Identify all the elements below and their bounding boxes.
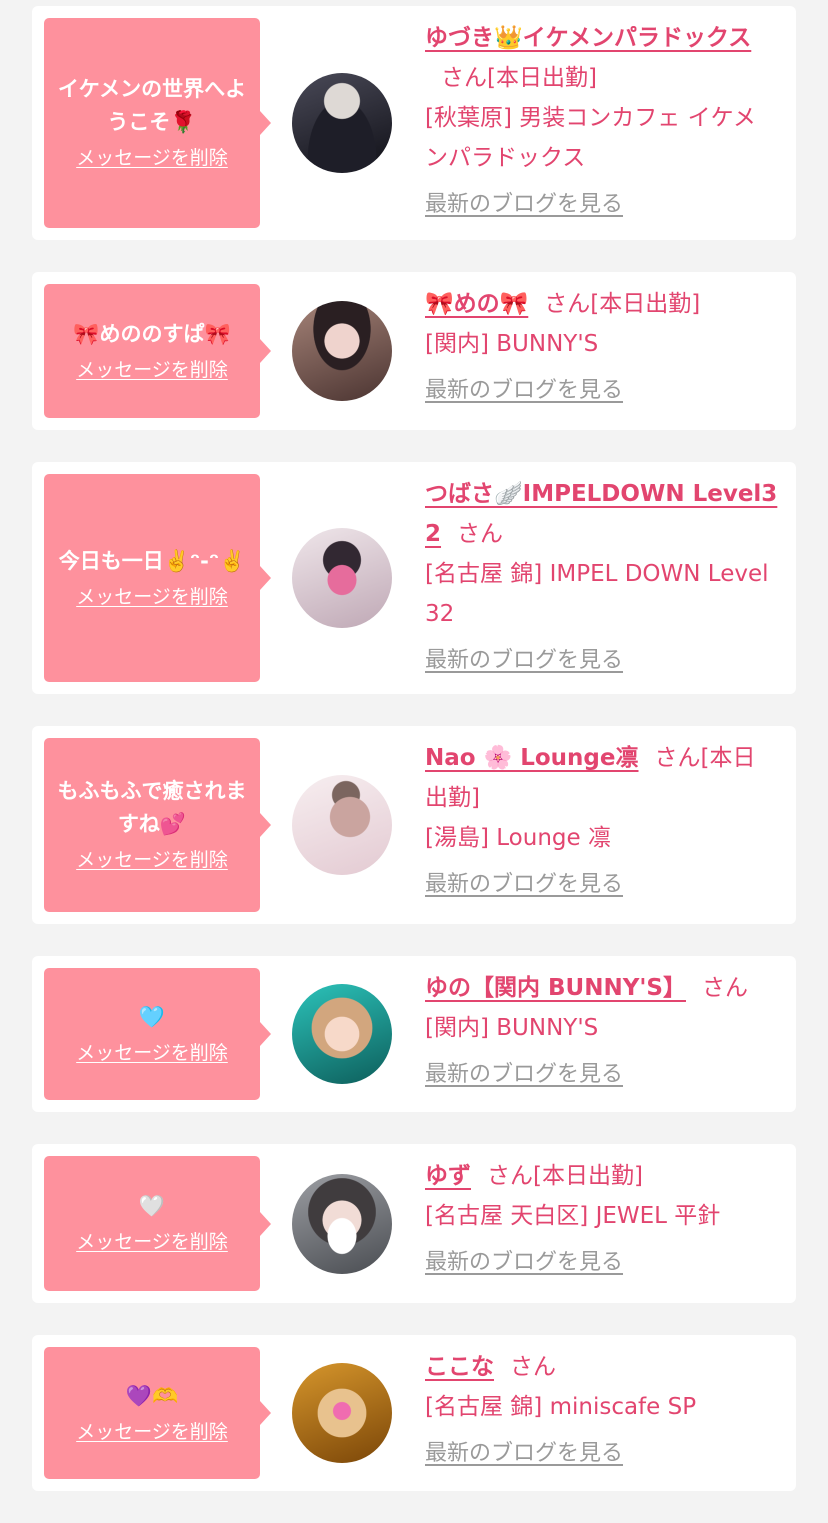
delete-message-link[interactable]: メッセージを削除: [76, 1419, 228, 1445]
shop-label: [名古屋 天白区] JEWEL 平針: [425, 1203, 721, 1229]
latest-blog-link[interactable]: 最新のブログを見る: [425, 1060, 623, 1090]
message-card: 💜🫶 メッセージを削除 ここな さん [名古屋 錦] miniscafe SP 最…: [32, 1335, 796, 1491]
received-message-list: イケメンの世界へようこそ🌹 メッセージを削除 ゆづき👑イケメンパラドックスさん[…: [32, 6, 796, 1523]
message-bubble: 🩵 メッセージを削除: [44, 968, 271, 1100]
on-duty-label: [本日出勤]: [487, 65, 597, 91]
delete-message-link[interactable]: メッセージを削除: [76, 357, 228, 383]
delete-message-link[interactable]: メッセージを削除: [76, 145, 228, 171]
cast-name-link[interactable]: ゆづき👑イケメンパラドックス: [425, 25, 751, 51]
avatar[interactable]: [292, 1363, 392, 1463]
shop-label: [秋葉原] 男装コンカフェ イケメンパラドックス: [425, 105, 756, 171]
honorific-label: さん: [487, 1163, 533, 1189]
honorific-label: さん: [544, 291, 591, 317]
delete-message-link[interactable]: メッセージを削除: [76, 847, 228, 873]
latest-blog-link[interactable]: 最新のブログを見る: [425, 190, 623, 220]
message-bubble: 今日も一日✌️ᵔ-ᵔ✌️ メッセージを削除: [44, 474, 271, 682]
message-card: 🤍 メッセージを削除 ゆず さん[本日出勤] [名古屋 天白区] JEWEL 平針…: [32, 1144, 796, 1303]
delete-message-link[interactable]: メッセージを削除: [76, 584, 228, 610]
avatar[interactable]: [292, 73, 392, 173]
latest-blog-link[interactable]: 最新のブログを見る: [425, 1439, 623, 1469]
shop-label: [湯島] Lounge 凛: [425, 825, 611, 851]
message-text: イケメンの世界へようこそ🌹: [57, 77, 247, 134]
cast-info: Nao 🌸 Lounge凛 さん[本日出勤] [湯島] Lounge 凛 最新のブ…: [425, 738, 778, 904]
message-card: 今日も一日✌️ᵔ-ᵔ✌️ メッセージを削除 つばさ🪽IMPELDOWN Leve…: [32, 462, 796, 694]
shop-label: [名古屋 錦] IMPEL DOWN Level32: [425, 561, 769, 627]
cast-name-link[interactable]: ゆず: [425, 1163, 471, 1189]
message-bubble: イケメンの世界へようこそ🌹 メッセージを削除: [44, 18, 271, 228]
cast-name-link[interactable]: ここな: [425, 1354, 494, 1380]
avatar[interactable]: [292, 775, 392, 875]
message-bubble: 💜🫶 メッセージを削除: [44, 1347, 271, 1479]
honorific-label: さん: [457, 521, 504, 547]
honorific-label: さん: [441, 65, 487, 91]
honorific-label: さん: [654, 745, 701, 771]
message-card: イケメンの世界へようこそ🌹 メッセージを削除 ゆづき👑イケメンパラドックスさん[…: [32, 6, 796, 240]
cast-name-link[interactable]: 🎀めの🎀: [425, 291, 528, 317]
message-card: 🩵 メッセージを削除 ゆの【関内 BUNNY'S】 さん [関内] BUNNY'S…: [32, 956, 796, 1112]
message-card: もふもふで癒されますね💕 メッセージを削除 Nao 🌸 Lounge凛 さん[本日…: [32, 726, 796, 924]
cast-name-link[interactable]: ゆの【関内 BUNNY'S】: [425, 975, 686, 1001]
message-text: 💜🫶: [125, 1383, 179, 1408]
shop-label: [関内] BUNNY'S: [425, 331, 599, 357]
cast-info: ゆの【関内 BUNNY'S】 さん [関内] BUNNY'S 最新のブログを見る: [425, 968, 778, 1094]
message-bubble: 🎀めののすぱ🎀 メッセージを削除: [44, 284, 271, 418]
honorific-label: さん: [701, 975, 748, 1001]
delete-message-link[interactable]: メッセージを削除: [76, 1229, 228, 1255]
on-duty-label: [本日出勤]: [590, 291, 701, 317]
message-text: 🎀めののすぱ🎀: [73, 321, 231, 346]
avatar[interactable]: [292, 984, 392, 1084]
message-text: もふもふで癒されますね💕: [57, 779, 247, 836]
cast-info: 🎀めの🎀 さん[本日出勤] [関内] BUNNY'S 最新のブログを見る: [425, 284, 778, 410]
cast-info: つばさ🪽IMPELDOWN Level32 さん [名古屋 錦] IMPEL DO…: [425, 474, 778, 680]
latest-blog-link[interactable]: 最新のブログを見る: [425, 1248, 623, 1278]
cast-info: ゆづき👑イケメンパラドックスさん[本日出勤] [秋葉原] 男装コンカフェ イケメ…: [425, 18, 778, 224]
latest-blog-link[interactable]: 最新のブログを見る: [425, 646, 623, 676]
avatar[interactable]: [292, 528, 392, 628]
message-card: 🎀めののすぱ🎀 メッセージを削除 🎀めの🎀 さん[本日出勤] [関内] BUNNY…: [32, 272, 796, 430]
shop-label: [名古屋 錦] miniscafe SP: [425, 1394, 697, 1420]
message-text: 🩵: [138, 1004, 166, 1029]
cast-info: ゆず さん[本日出勤] [名古屋 天白区] JEWEL 平針 最新のブログを見る: [425, 1156, 778, 1282]
message-bubble: 🤍 メッセージを削除: [44, 1156, 271, 1291]
message-bubble: もふもふで癒されますね💕 メッセージを削除: [44, 738, 271, 912]
latest-blog-link[interactable]: 最新のブログを見る: [425, 376, 623, 406]
avatar[interactable]: [292, 1173, 392, 1274]
cast-info: ここな さん [名古屋 錦] miniscafe SP 最新のブログを見る: [425, 1347, 778, 1473]
delete-message-link[interactable]: メッセージを削除: [76, 1040, 228, 1066]
cast-name-link[interactable]: Nao 🌸 Lounge凛: [425, 745, 639, 771]
avatar[interactable]: [292, 301, 392, 401]
honorific-label: さん: [510, 1354, 556, 1380]
shop-label: [関内] BUNNY'S: [425, 1015, 599, 1041]
message-text: 🤍: [138, 1194, 166, 1218]
message-text: 今日も一日✌️ᵔ-ᵔ✌️: [58, 548, 246, 573]
latest-blog-link[interactable]: 最新のブログを見る: [425, 870, 623, 900]
on-duty-label: [本日出勤]: [533, 1163, 643, 1189]
